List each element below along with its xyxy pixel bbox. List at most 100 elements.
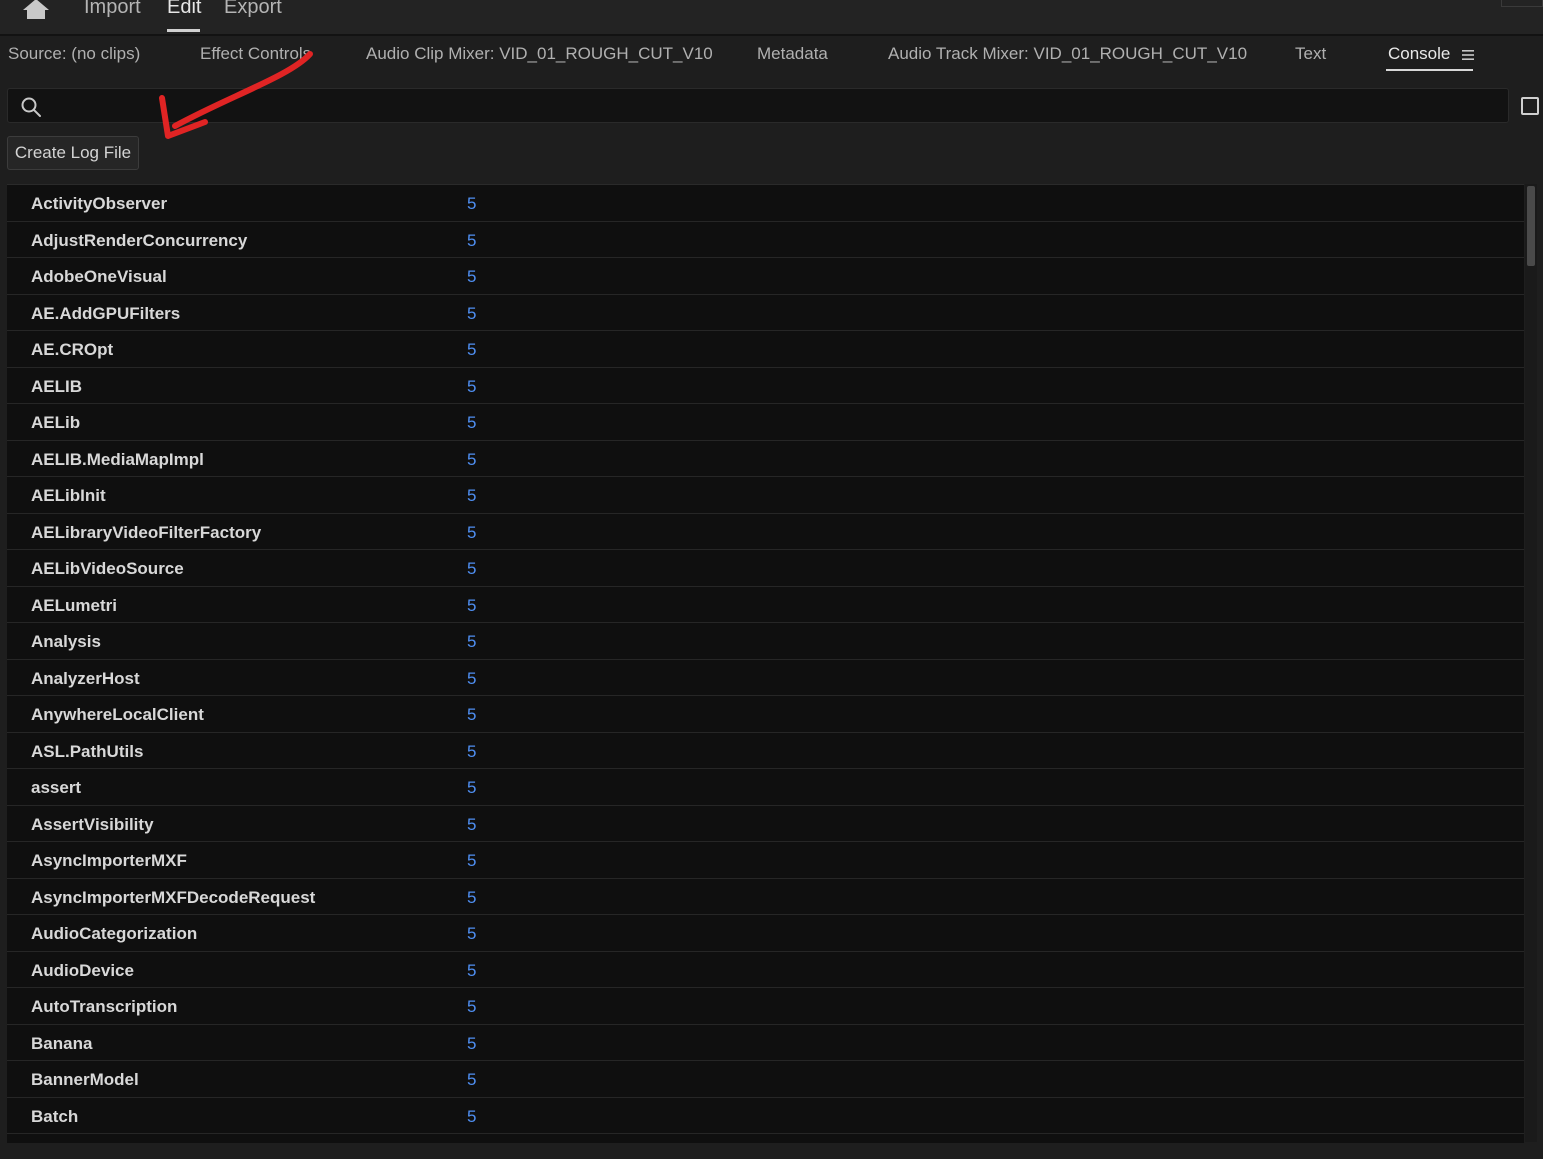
home-icon[interactable] xyxy=(20,0,52,19)
item-level-value[interactable]: 5 xyxy=(467,851,476,871)
item-name: AELumetri xyxy=(31,595,117,615)
item-name: AnywhereLocalClient xyxy=(31,705,204,724)
search-input[interactable] xyxy=(52,92,1496,120)
item-name: AnalyzerHost xyxy=(31,668,140,688)
item-name: AELibraryVideoFilterFactory xyxy=(31,522,262,542)
item-level-value[interactable]: 5 xyxy=(467,1107,476,1127)
tab-active-indicator xyxy=(1386,69,1473,71)
workspace-bar: Import Edit Export xyxy=(0,0,1543,36)
tab-effect-controls[interactable]: Effect Controls xyxy=(200,44,311,64)
list-item[interactable]: ASL.PathUtils 5 xyxy=(7,733,1524,769)
tab-text[interactable]: Text xyxy=(1295,44,1326,64)
list-item[interactable]: assert 5 xyxy=(7,769,1524,806)
list-item[interactable]: AE.CROpt 5 xyxy=(7,331,1524,368)
list-item[interactable]: AdobeOneVisual 5 xyxy=(7,258,1524,295)
list-item[interactable]: Analysis 5 xyxy=(7,623,1524,660)
create-log-file-button[interactable]: Create Log File xyxy=(7,136,139,170)
search-icon xyxy=(21,97,41,117)
nav-active-indicator xyxy=(167,29,200,32)
list-item[interactable]: AsyncImporterMXFDecodeRequest 5 xyxy=(7,879,1524,915)
item-name: AELIB xyxy=(31,376,82,396)
item-name: AudioDevice xyxy=(31,960,134,980)
item-level-value[interactable]: 5 xyxy=(467,523,476,543)
item-level-value[interactable]: 5 xyxy=(467,450,476,470)
item-name: AE.CROpt xyxy=(31,340,114,359)
list-item[interactable]: AELIB.MediaMapImpl 5 xyxy=(7,441,1524,477)
item-level-value[interactable]: 5 xyxy=(467,742,476,762)
item-name: AudioCategorization xyxy=(31,924,198,943)
list-item[interactable]: BannerModel 5 xyxy=(7,1061,1524,1098)
item-level-value[interactable]: 5 xyxy=(467,1070,476,1090)
list-scrollbar[interactable] xyxy=(1525,184,1537,1142)
item-name: ASL.PathUtils xyxy=(31,741,144,761)
item-name: Analysis xyxy=(31,632,101,651)
item-level-value[interactable]: 5 xyxy=(467,340,476,360)
scrollbar-thumb[interactable] xyxy=(1527,186,1535,266)
item-level-value[interactable]: 5 xyxy=(467,705,476,725)
window-control[interactable] xyxy=(1501,0,1543,7)
item-name: AdobeOneVisual xyxy=(31,267,167,286)
list-item[interactable]: AE.AddGPUFilters 5 xyxy=(7,295,1524,331)
item-level-value[interactable]: 5 xyxy=(467,559,476,579)
list-item[interactable]: AELib 5 xyxy=(7,404,1524,441)
item-name: AssertVisibility xyxy=(31,814,154,834)
item-name: AELIB.MediaMapImpl xyxy=(31,449,204,469)
tab-source[interactable]: Source: (no clips) xyxy=(8,44,140,64)
list-item[interactable]: AdjustRenderConcurrency 5 xyxy=(7,222,1524,258)
item-level-value[interactable]: 5 xyxy=(467,961,476,981)
item-name: AsyncImporterMXFDecodeRequest xyxy=(31,887,316,907)
list-item[interactable]: AudioCategorization 5 xyxy=(7,915,1524,952)
debug-event-list: ActivityObserver 5 AdjustRenderConcurrency… xyxy=(7,184,1524,1143)
item-level-value[interactable]: 5 xyxy=(467,486,476,506)
item-level-value[interactable]: 5 xyxy=(467,194,476,214)
list-item[interactable]: AELibraryVideoFilterFactory 5 xyxy=(7,514,1524,550)
item-name: AELibInit xyxy=(31,486,106,505)
item-name: AELib xyxy=(31,413,81,432)
nav-import[interactable]: Import xyxy=(84,0,141,19)
item-level-value[interactable]: 5 xyxy=(467,596,476,616)
item-level-value[interactable]: 5 xyxy=(467,632,476,652)
nav-export[interactable]: Export xyxy=(224,0,282,19)
item-level-value[interactable]: 5 xyxy=(467,924,476,944)
list-item[interactable]: AsyncImporterMXF 5 xyxy=(7,842,1524,879)
item-level-value[interactable]: 5 xyxy=(467,377,476,397)
item-level-value[interactable]: 5 xyxy=(467,669,476,689)
list-item[interactable]: AELIB 5 xyxy=(7,368,1524,404)
item-name: AdjustRenderConcurrency xyxy=(31,230,248,250)
item-name: AELibVideoSource xyxy=(31,559,184,578)
list-item[interactable]: AudioDevice 5 xyxy=(7,952,1524,988)
tab-audio-clip-mixer[interactable]: Audio Clip Mixer: VID_01_ROUGH_CUT_V10 xyxy=(366,44,713,64)
item-level-value[interactable]: 5 xyxy=(467,304,476,324)
item-level-value[interactable]: 5 xyxy=(467,413,476,433)
list-item[interactable]: Banana 5 xyxy=(7,1025,1524,1061)
item-name: Banana xyxy=(31,1033,93,1053)
search-field[interactable] xyxy=(7,88,1509,123)
item-level-value[interactable]: 5 xyxy=(467,815,476,835)
panel-menu-icon[interactable] xyxy=(1462,49,1474,61)
item-level-value[interactable]: 5 xyxy=(467,778,476,798)
list-item[interactable]: AELibInit 5 xyxy=(7,477,1524,514)
tab-console[interactable]: Console xyxy=(1388,44,1450,64)
item-level-value[interactable]: 5 xyxy=(467,231,476,251)
item-name: BannerModel xyxy=(31,1070,139,1089)
list-item[interactable]: AutoTranscription 5 xyxy=(7,988,1524,1025)
list-item[interactable]: AnalyzerHost 5 xyxy=(7,660,1524,696)
options-checkbox[interactable] xyxy=(1521,97,1539,115)
item-level-value[interactable]: 5 xyxy=(467,267,476,287)
tab-audio-track-mixer[interactable]: Audio Track Mixer: VID_01_ROUGH_CUT_V10 xyxy=(888,44,1247,64)
item-name: AsyncImporterMXF xyxy=(31,851,187,870)
console-panel: Source: (no clips) Effect Controls Audio… xyxy=(0,36,1543,1159)
item-name: assert xyxy=(31,778,82,797)
item-level-value[interactable]: 5 xyxy=(467,997,476,1017)
list-item[interactable]: AnywhereLocalClient 5 xyxy=(7,696,1524,733)
item-name: ActivityObserver xyxy=(31,194,168,213)
list-item[interactable]: AssertVisibility 5 xyxy=(7,806,1524,842)
list-item[interactable]: AELumetri 5 xyxy=(7,587,1524,623)
list-item[interactable]: Batch 5 xyxy=(7,1098,1524,1134)
tab-metadata[interactable]: Metadata xyxy=(757,44,828,64)
list-item[interactable]: ActivityObserver 5 xyxy=(7,185,1524,222)
list-item[interactable]: AELibVideoSource 5 xyxy=(7,550,1524,587)
nav-edit[interactable]: Edit xyxy=(167,0,201,19)
item-level-value[interactable]: 5 xyxy=(467,888,476,908)
item-level-value[interactable]: 5 xyxy=(467,1034,476,1054)
